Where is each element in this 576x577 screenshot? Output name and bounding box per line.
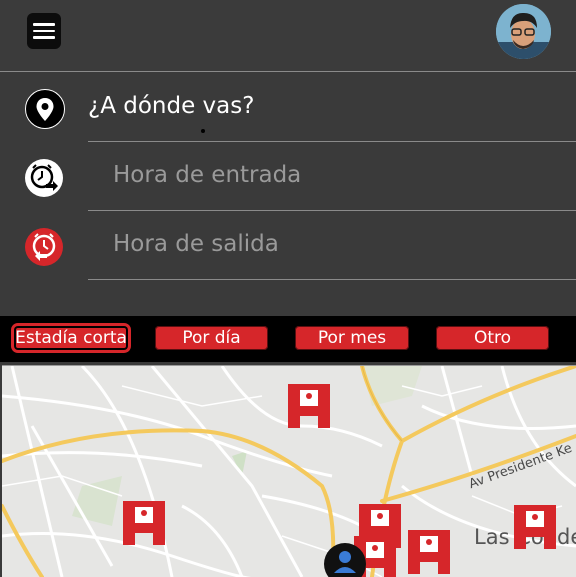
clock-entry-icon	[25, 159, 63, 197]
parking-marker-icon[interactable]	[121, 499, 167, 547]
user-avatar[interactable]	[496, 4, 551, 59]
text-cursor	[201, 129, 205, 133]
parking-marker-icon[interactable]	[406, 528, 452, 576]
filter-per-month[interactable]: Por mes	[295, 326, 409, 350]
filter-bar: Estadía corta Por día Por mes Otro	[0, 316, 576, 362]
exit-time-input[interactable]: Hora de salida	[113, 231, 279, 257]
filter-per-day[interactable]: Por día	[155, 326, 268, 350]
avatar-image	[496, 4, 551, 59]
entry-time-input[interactable]: Hora de entrada	[113, 162, 301, 188]
destination-row[interactable]: ¿A dónde vas?	[0, 73, 576, 142]
user-location-icon[interactable]	[324, 543, 366, 577]
filter-short-stay[interactable]: Estadía corta	[14, 326, 128, 350]
filter-other[interactable]: Otro	[436, 326, 549, 350]
clock-exit-icon	[25, 228, 63, 266]
parking-marker-icon[interactable]	[512, 503, 558, 551]
location-pin-icon	[25, 89, 65, 129]
top-bar	[0, 0, 576, 72]
exit-divider	[88, 279, 576, 280]
entry-time-row[interactable]: Hora de entrada	[0, 142, 576, 211]
map-view[interactable]: Av Presidente Ke Las Condes	[2, 365, 576, 577]
parking-marker-icon[interactable]	[286, 382, 332, 430]
destination-input[interactable]: ¿A dónde vas?	[88, 93, 254, 119]
hamburger-menu-icon[interactable]	[27, 13, 61, 49]
exit-time-row[interactable]: Hora de salida	[0, 211, 576, 280]
header-divider	[0, 71, 576, 72]
